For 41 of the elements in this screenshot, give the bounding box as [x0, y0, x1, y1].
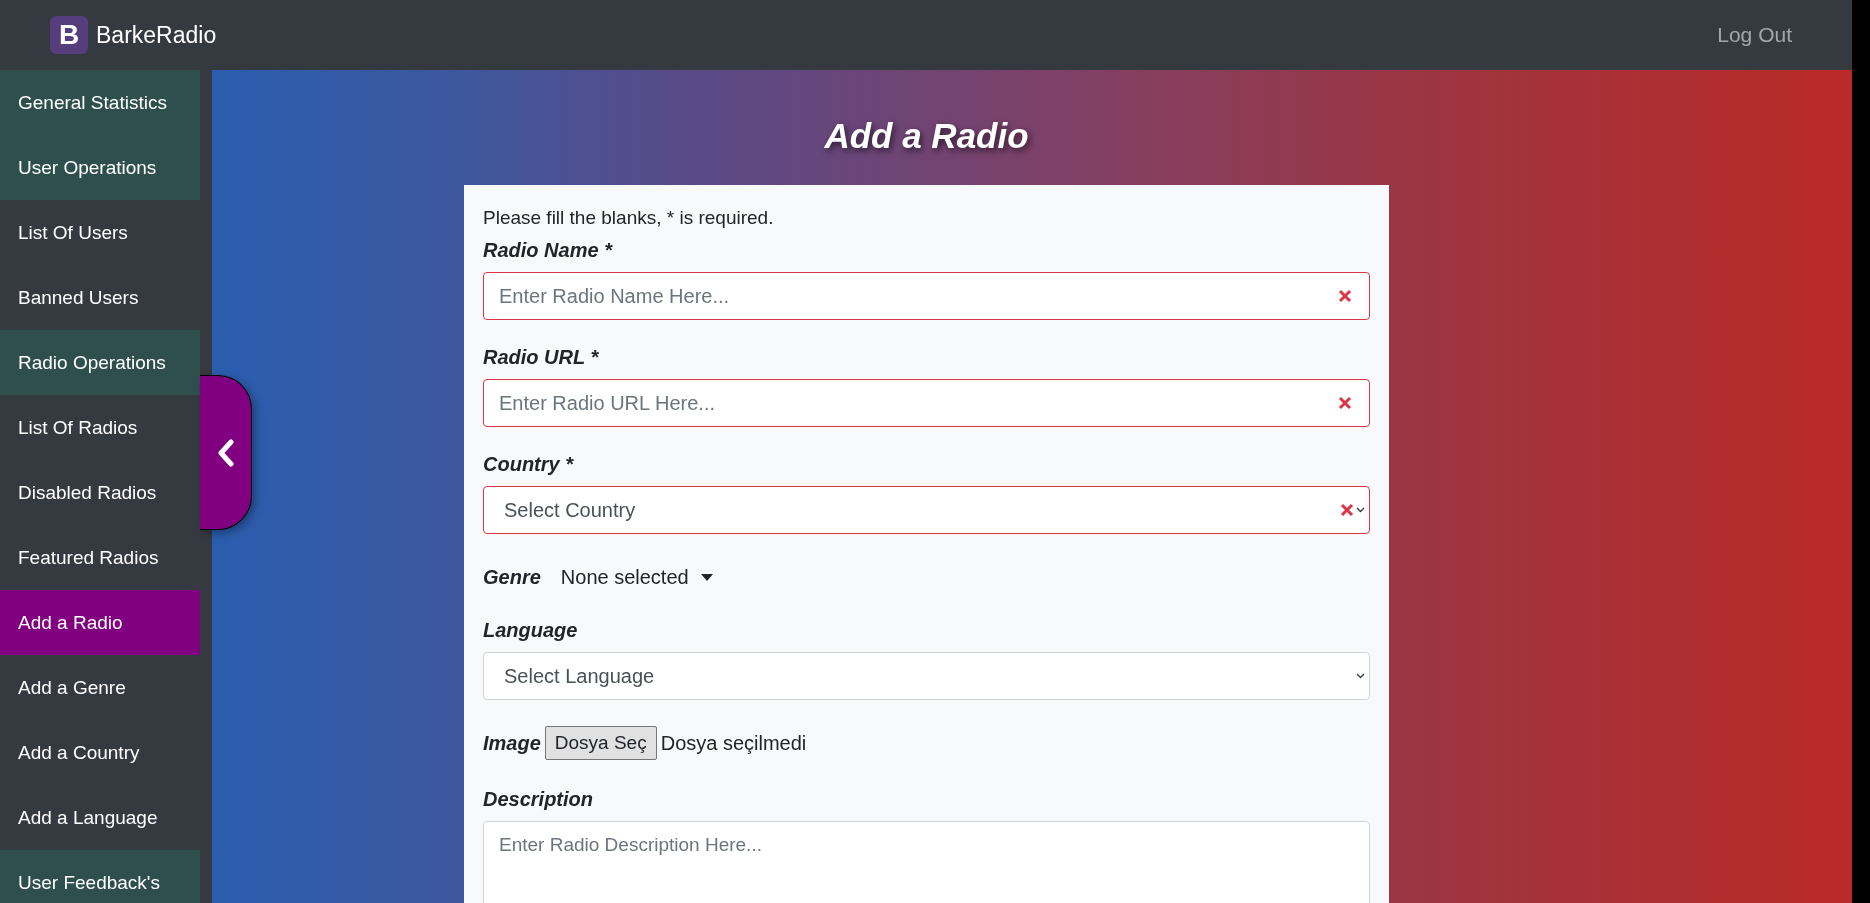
text-area[interactable]: Enter Radio Description Here...: [483, 821, 1370, 903]
chevron-left-icon: [215, 438, 236, 467]
input-field[interactable]: Enter Radio URL Here...: [483, 379, 1370, 427]
sidebar-item[interactable]: List Of Users: [0, 200, 200, 265]
select-field[interactable]: Select Country: [483, 486, 1370, 534]
sidebar-item[interactable]: General Statistics: [0, 70, 200, 135]
field-label: Radio URL *: [483, 346, 599, 369]
sidebar-item[interactable]: Featured Radios: [0, 525, 200, 590]
sidebar-item[interactable]: Add a Radio: [0, 590, 200, 655]
field-label: Country *: [483, 453, 573, 476]
choose-file-button[interactable]: Dosya Seç: [544, 726, 657, 760]
field-label: Radio Name *: [483, 239, 612, 262]
dropdown-button[interactable]: None selected: [560, 566, 713, 589]
chevron-down-icon: [1356, 507, 1365, 513]
sidebar-item[interactable]: User Feedback's: [0, 850, 200, 903]
sidebar-item[interactable]: Add a Genre: [0, 655, 200, 720]
error-icon: [1340, 503, 1354, 517]
sidebar-item[interactable]: Banned Users: [0, 265, 200, 330]
chevron-down-icon: [1356, 673, 1365, 679]
sidebar-item[interactable]: Disabled Radios: [0, 460, 200, 525]
sidebar-item[interactable]: Add a Country: [0, 720, 200, 785]
caret-icon: [700, 574, 713, 581]
input-field[interactable]: Enter Radio Name Here...: [483, 272, 1370, 320]
sidebar-item[interactable]: Add a Language: [0, 785, 200, 850]
field-label: Description: [483, 788, 594, 811]
file-status: Dosya seçilmedi: [660, 731, 807, 755]
field-label: Language: [483, 619, 578, 642]
select-field[interactable]: Select Language: [483, 652, 1370, 700]
sidebar-item[interactable]: User Operations: [0, 135, 200, 200]
sidebar-item[interactable]: List Of Radios: [0, 395, 200, 460]
logo-icon: B: [50, 16, 88, 54]
error-icon: [1338, 396, 1352, 410]
sidebar-item[interactable]: Radio Operations: [0, 330, 200, 395]
field-label: Image: [483, 731, 541, 755]
error-icon: [1338, 289, 1352, 303]
brand-name[interactable]: BarkeRadio: [96, 21, 217, 49]
sidebar-toggle-button[interactable]: [200, 375, 252, 530]
logout-link[interactable]: Log Out: [1717, 23, 1792, 47]
page-title: Add a Radio: [823, 115, 1030, 157]
field-label: Genre: [483, 566, 541, 589]
form-note: Please fill the blanks, * is required.: [483, 207, 775, 229]
